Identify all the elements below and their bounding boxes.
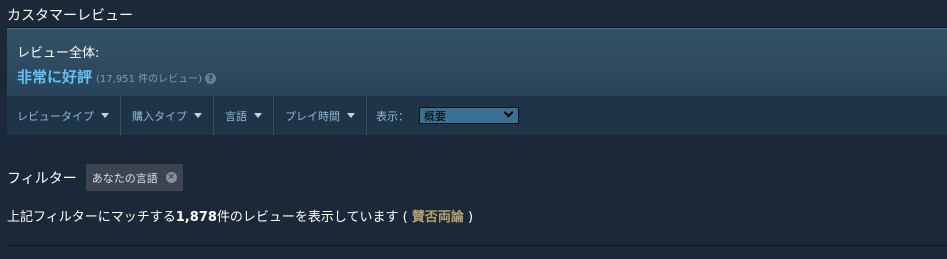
question-icon[interactable]: ? bbox=[205, 73, 216, 84]
match-count: 1,878 bbox=[175, 210, 217, 225]
review-filter-bar: レビュータイプ 購入タイプ 言語 プレイ時間 表示： 概要 bbox=[7, 96, 947, 135]
match-middle: 件のレビューを表示しています ( bbox=[216, 210, 412, 225]
review-type-label: レビュータイプ bbox=[17, 109, 94, 123]
chevron-down-icon bbox=[194, 113, 202, 118]
bottom-divider bbox=[7, 245, 947, 246]
display-select[interactable]: 概要 bbox=[419, 107, 519, 124]
match-rating: 賛否両論 bbox=[411, 210, 464, 225]
language-filter-chip[interactable]: あなたの言語 × bbox=[85, 164, 183, 191]
select-arrow-icon bbox=[503, 107, 514, 118]
match-suffix: ) bbox=[463, 210, 474, 225]
chevron-down-icon bbox=[347, 113, 355, 118]
filters-label: フィルター bbox=[7, 170, 77, 187]
language-dropdown[interactable]: 言語 bbox=[214, 96, 274, 135]
purchase-type-dropdown[interactable]: 購入タイプ bbox=[121, 96, 214, 135]
playtime-dropdown[interactable]: プレイ時間 bbox=[274, 96, 367, 135]
match-summary: 上記フィルターにマッチする1,878件のレビューを表示しています ( 賛否両論 … bbox=[7, 206, 473, 225]
score-row: 非常に好評 (17,951 件のレビュー) ? bbox=[17, 66, 216, 87]
playtime-label: プレイ時間 bbox=[285, 109, 340, 123]
language-label: 言語 bbox=[225, 109, 247, 123]
active-filters-row: フィルター あなたの言語 × bbox=[7, 164, 183, 191]
overall-reviews-label: レビュー全体: bbox=[17, 46, 100, 61]
filter-chip-label: あなたの言語 bbox=[91, 171, 158, 185]
close-icon[interactable]: × bbox=[165, 172, 177, 183]
chevron-down-icon bbox=[254, 113, 262, 118]
match-prefix: 上記フィルターにマッチする bbox=[7, 210, 176, 225]
section-title: カスタマーレビュー bbox=[7, 8, 133, 24]
display-label: 表示： bbox=[376, 109, 409, 123]
purchase-type-label: 購入タイプ bbox=[132, 109, 187, 123]
review-type-dropdown[interactable]: レビュータイプ bbox=[7, 96, 121, 135]
review-summary-panel: レビュー全体: 非常に好評 (17,951 件のレビュー) ? レビュータイプ … bbox=[7, 28, 947, 135]
chevron-down-icon bbox=[101, 113, 109, 118]
review-count: (17,951 件のレビュー) bbox=[96, 74, 202, 85]
review-score[interactable]: 非常に好評 bbox=[17, 66, 92, 87]
display-select-value: 概要 bbox=[424, 109, 446, 123]
